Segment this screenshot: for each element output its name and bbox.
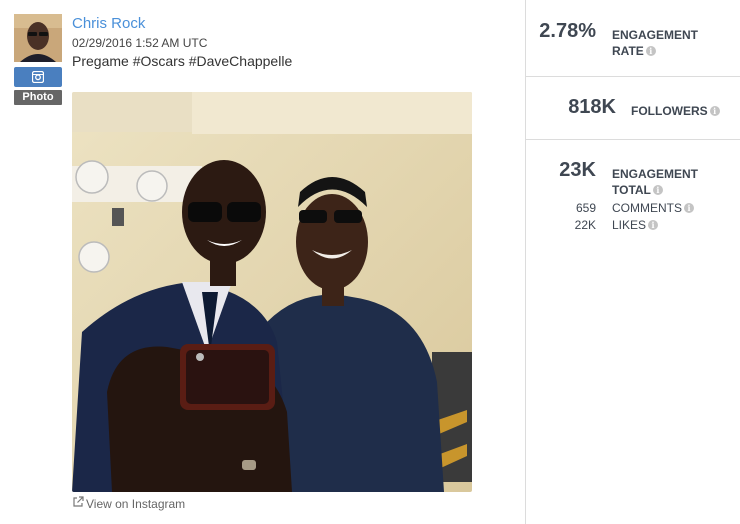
- info-icon[interactable]: i: [648, 220, 659, 230]
- followers-stat: 818K FOLLOWERS i: [526, 77, 740, 139]
- engagement-total-label: ENGAGEMENT TOTAL i: [612, 167, 699, 197]
- post-timestamp: 02/29/2016 1:52 AM UTC: [72, 36, 208, 50]
- view-on-instagram-link[interactable]: View on Instagram: [72, 496, 185, 511]
- engagement-total-value: 23K: [559, 159, 596, 181]
- engagement-total-stat: 23K ENGAGEMENT TOTAL i 659 COMMENTS i 22K …: [526, 140, 740, 250]
- comments-value: 659: [575, 201, 596, 215]
- author-name-link[interactable]: Chris Rock: [72, 15, 145, 32]
- followers-value: 818K: [568, 96, 616, 118]
- post-caption: Pregame #Oscars #DaveChappelle: [72, 53, 293, 69]
- info-icon[interactable]: i: [709, 106, 720, 116]
- instagram-icon[interactable]: [14, 67, 62, 87]
- avatar[interactable]: [14, 14, 62, 62]
- likes-label: LIKES i: [612, 218, 659, 232]
- stats-panel: 2.78% ENGAGEMENT RATE i 818K FOLLOWERS i 2…: [526, 0, 740, 524]
- engagement-rate-value: 2.78%: [539, 20, 596, 42]
- external-link-icon: [72, 496, 84, 511]
- info-icon[interactable]: i: [652, 185, 663, 195]
- engagement-rate-stat: 2.78% ENGAGEMENT RATE i: [526, 0, 740, 76]
- post-photo[interactable]: [72, 92, 472, 492]
- followers-label: FOLLOWERS i: [631, 103, 720, 119]
- post-card: Photo Chris Rock 02/29/2016 1:52 AM UTC …: [0, 0, 525, 524]
- likes-value: 22K: [574, 218, 596, 232]
- info-icon[interactable]: i: [645, 46, 656, 56]
- media-type-badge: Photo: [14, 90, 62, 105]
- view-link-label: View on Instagram: [86, 496, 186, 511]
- engagement-rate-label: ENGAGEMENT RATE i: [612, 28, 699, 58]
- info-icon[interactable]: i: [684, 203, 694, 213]
- comments-label: COMMENTS i: [612, 201, 694, 215]
